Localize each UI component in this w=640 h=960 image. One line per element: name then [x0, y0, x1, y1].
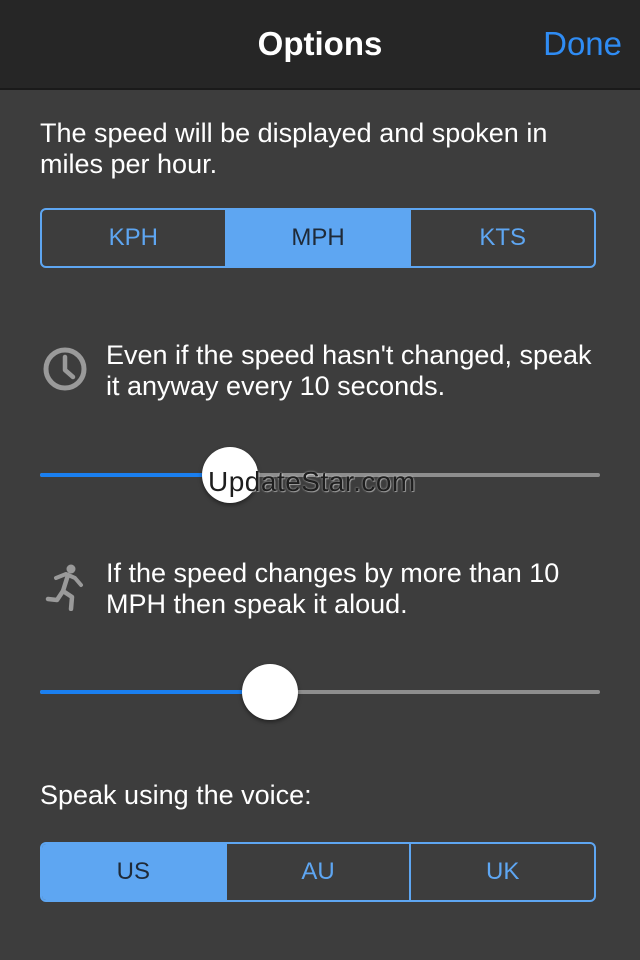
- change-slider[interactable]: [40, 662, 600, 722]
- navigation-bar: Options Done: [0, 0, 640, 90]
- units-segmented-control: KPH MPH KTS: [40, 208, 596, 268]
- watermark-text: UpdateStar.com: [208, 466, 416, 497]
- change-slider-thumb[interactable]: [242, 664, 298, 720]
- voice-option-uk[interactable]: UK: [411, 844, 594, 900]
- units-option-kts[interactable]: KTS: [411, 210, 594, 266]
- units-description: The speed will be displayed and spoken i…: [40, 118, 548, 179]
- change-slider-fill: [40, 690, 270, 694]
- done-button[interactable]: Done: [543, 0, 622, 88]
- interval-description: Even if the speed hasn't changed, speak …: [106, 340, 592, 401]
- clock-icon: [43, 347, 87, 391]
- units-option-kph[interactable]: KPH: [42, 210, 227, 266]
- units-option-mph[interactable]: MPH: [226, 210, 412, 266]
- voice-label: Speak using the voice:: [40, 780, 312, 810]
- voice-option-au[interactable]: AU: [227, 844, 412, 900]
- running-person-icon: [45, 564, 83, 611]
- change-description: If the speed changes by more than 10 MPH…: [106, 558, 560, 619]
- voice-option-us[interactable]: US: [42, 844, 227, 900]
- voice-segmented-control: US AU UK: [40, 842, 596, 902]
